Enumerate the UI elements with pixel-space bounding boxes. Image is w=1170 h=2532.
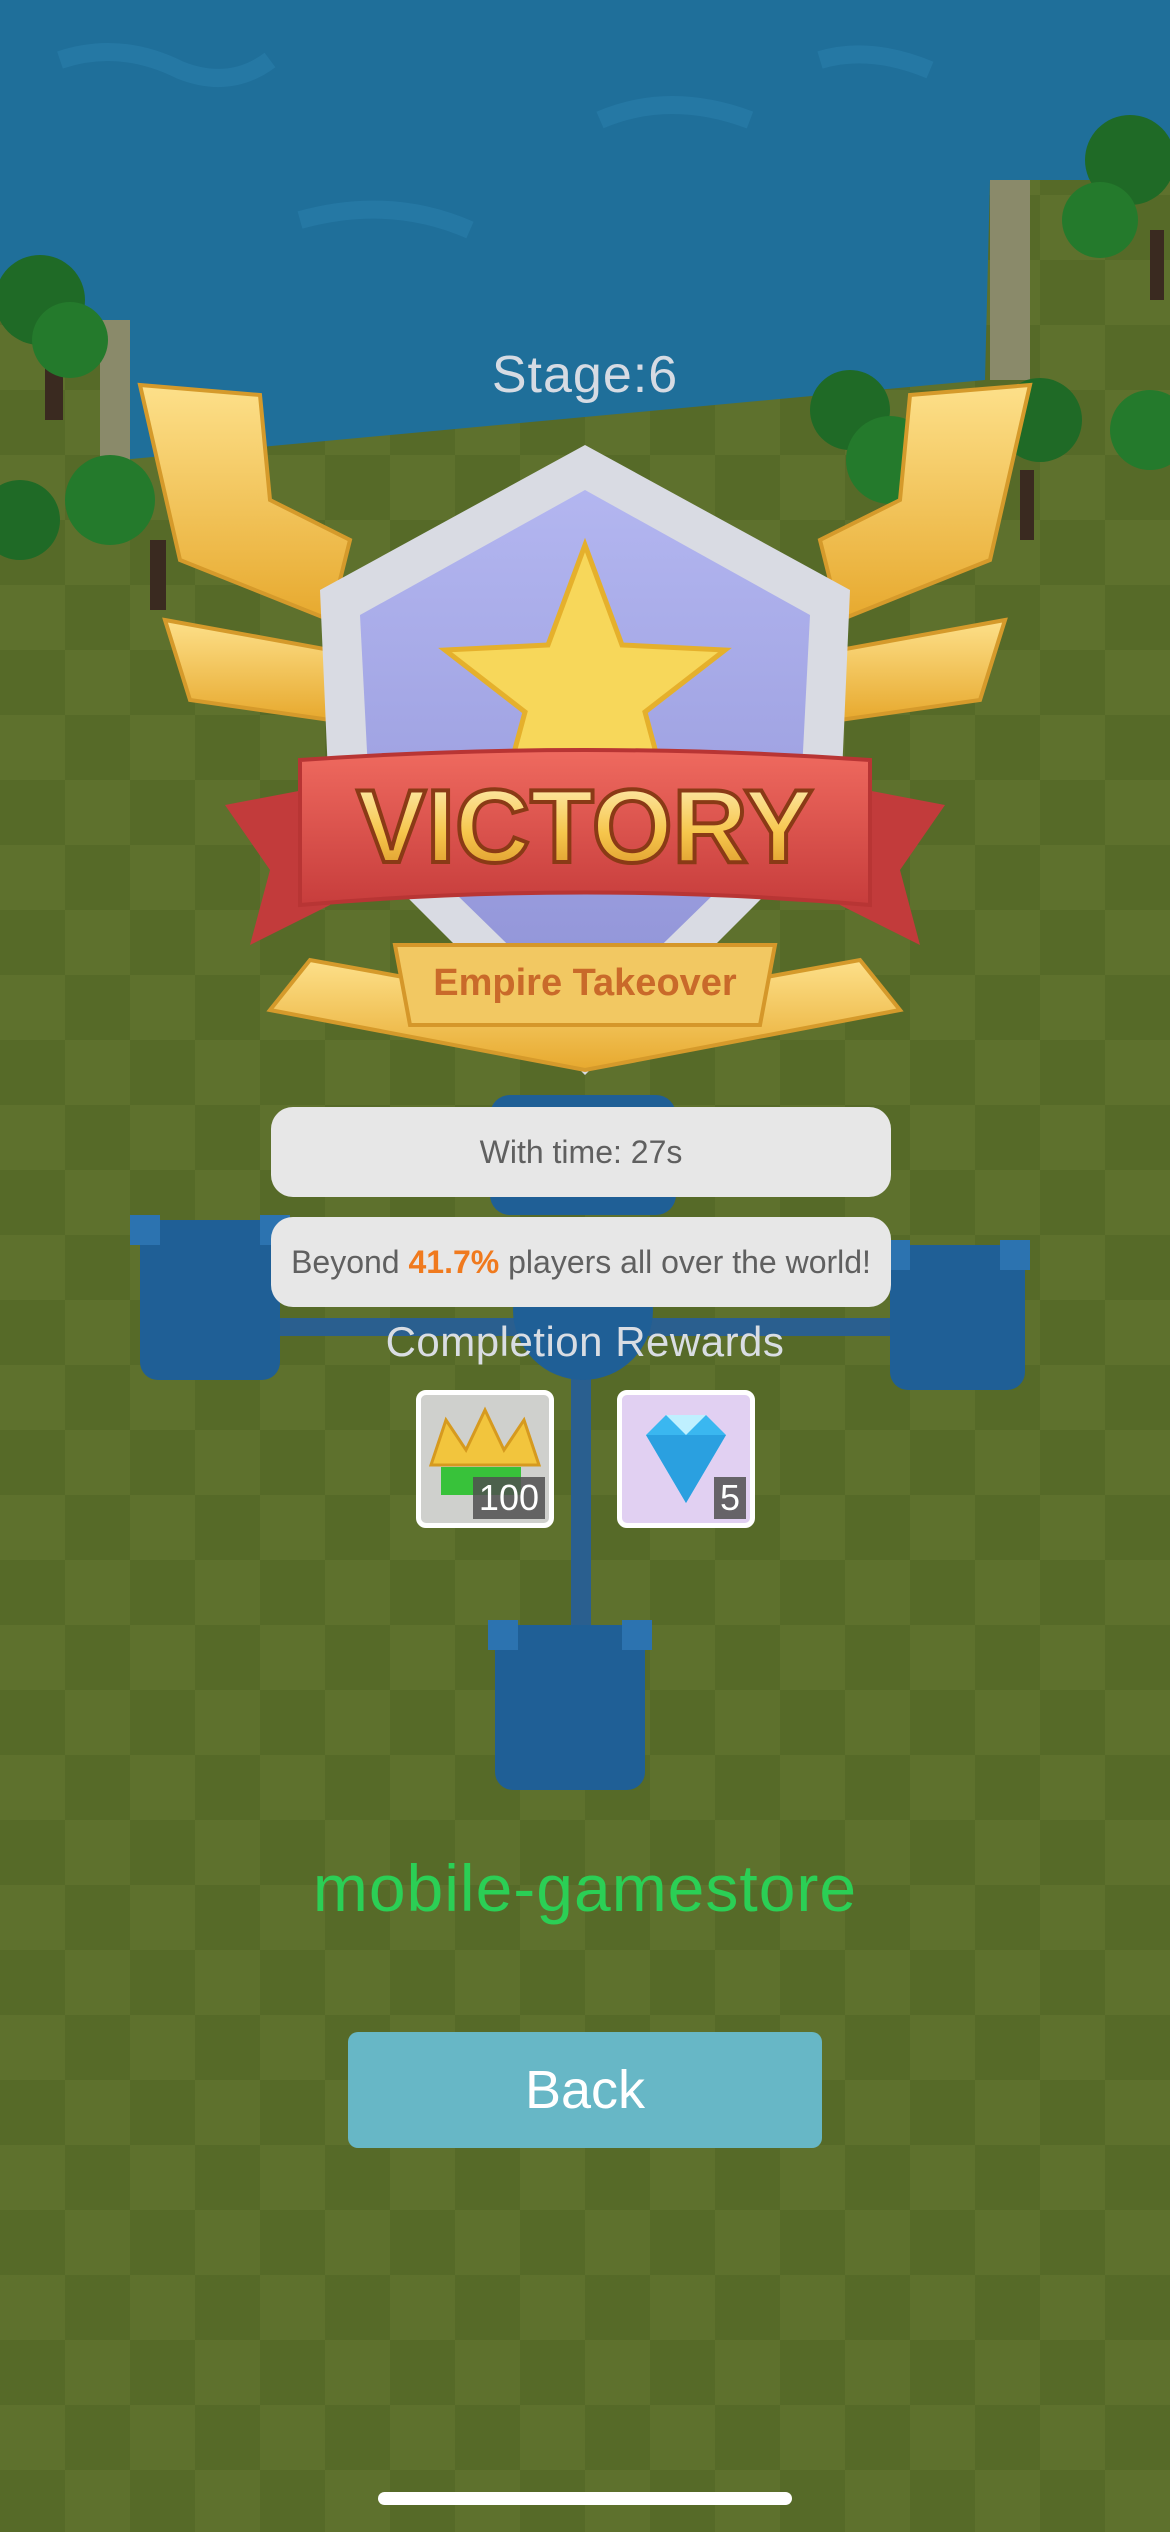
reward-item-diamond: 5 [617,1390,755,1528]
ranking-suffix: players all over the world! [499,1243,871,1280]
reward-count-diamond: 5 [713,1477,746,1519]
reward-item-gold: 100 [416,1390,554,1528]
ranking-prefix: Beyond [291,1243,409,1280]
back-button[interactable]: Back [348,2032,822,2148]
victory-subtitle: Empire Takeover [433,962,737,1004]
completion-time-box: With time: 27s [271,1107,891,1197]
rewards-title: Completion Rewards [385,1318,785,1365]
watermark-text: mobile-gamestore [312,1851,858,1925]
ranking-box: Beyond 41.7% players all over the world! [271,1217,891,1307]
back-button-label: Back [524,2060,646,2120]
completion-time-text: With time: 27s [479,1133,683,1170]
stage-label: Stage:6 [491,346,679,404]
home-indicator[interactable] [378,2492,792,2505]
ranking-percent: 41.7% [408,1243,500,1280]
reward-count-gold: 100 [472,1477,545,1519]
victory-title: VICTORY [357,769,814,885]
